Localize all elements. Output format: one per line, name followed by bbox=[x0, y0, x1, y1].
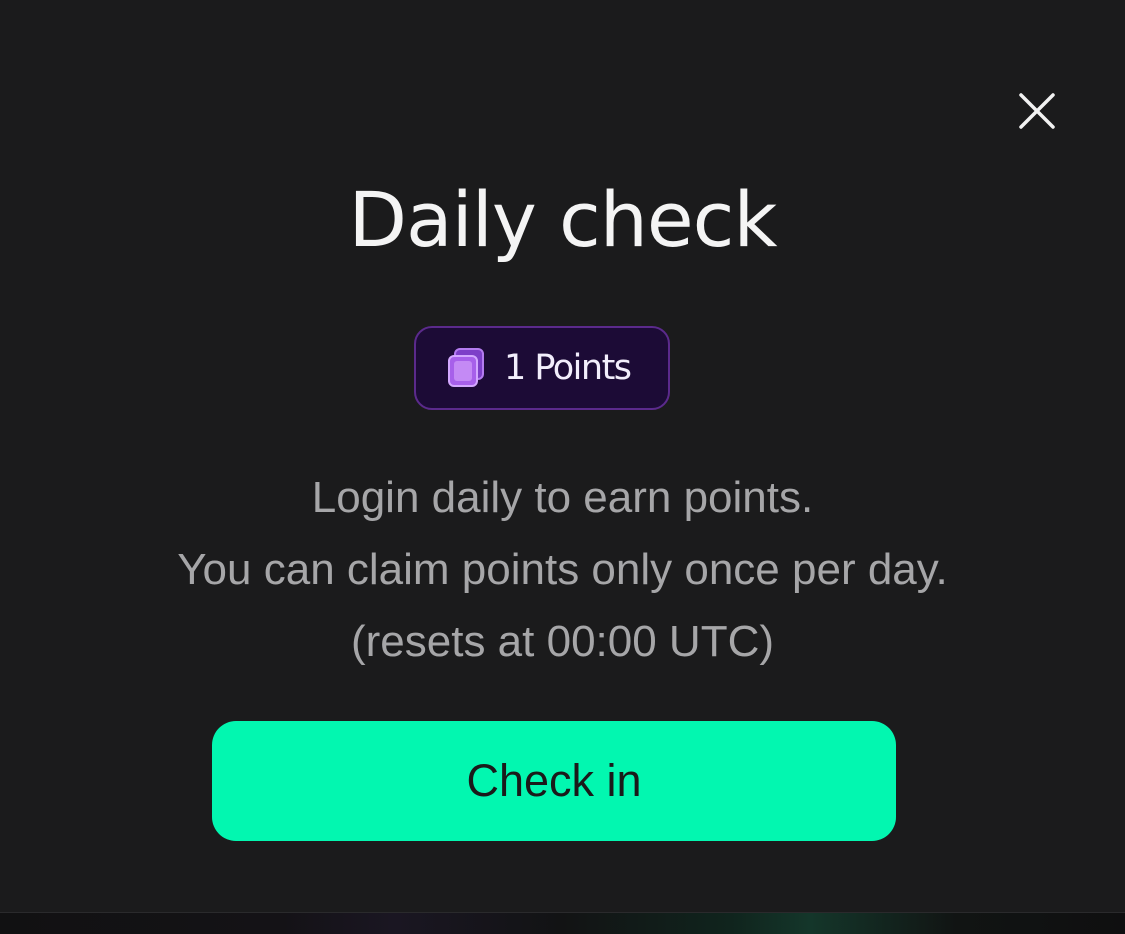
points-reward-label: 1 Points bbox=[504, 348, 632, 388]
points-stack-icon bbox=[442, 344, 490, 392]
background-strip bbox=[0, 912, 1125, 934]
daily-check-modal: Daily check 1 Points Login daily to earn… bbox=[0, 0, 1125, 912]
description: Login daily to earn points. You can clai… bbox=[0, 462, 1125, 678]
check-in-button[interactable]: Check in bbox=[212, 721, 896, 841]
modal-title: Daily check bbox=[348, 175, 778, 264]
close-button[interactable] bbox=[1012, 86, 1062, 136]
description-line: Login daily to earn points. bbox=[311, 473, 814, 522]
description-line: You can claim points only once per day. bbox=[177, 545, 948, 594]
points-reward-badge: 1 Points bbox=[414, 326, 670, 410]
description-line: (resets at 00:00 UTC) bbox=[350, 617, 775, 666]
close-icon bbox=[1019, 93, 1055, 129]
